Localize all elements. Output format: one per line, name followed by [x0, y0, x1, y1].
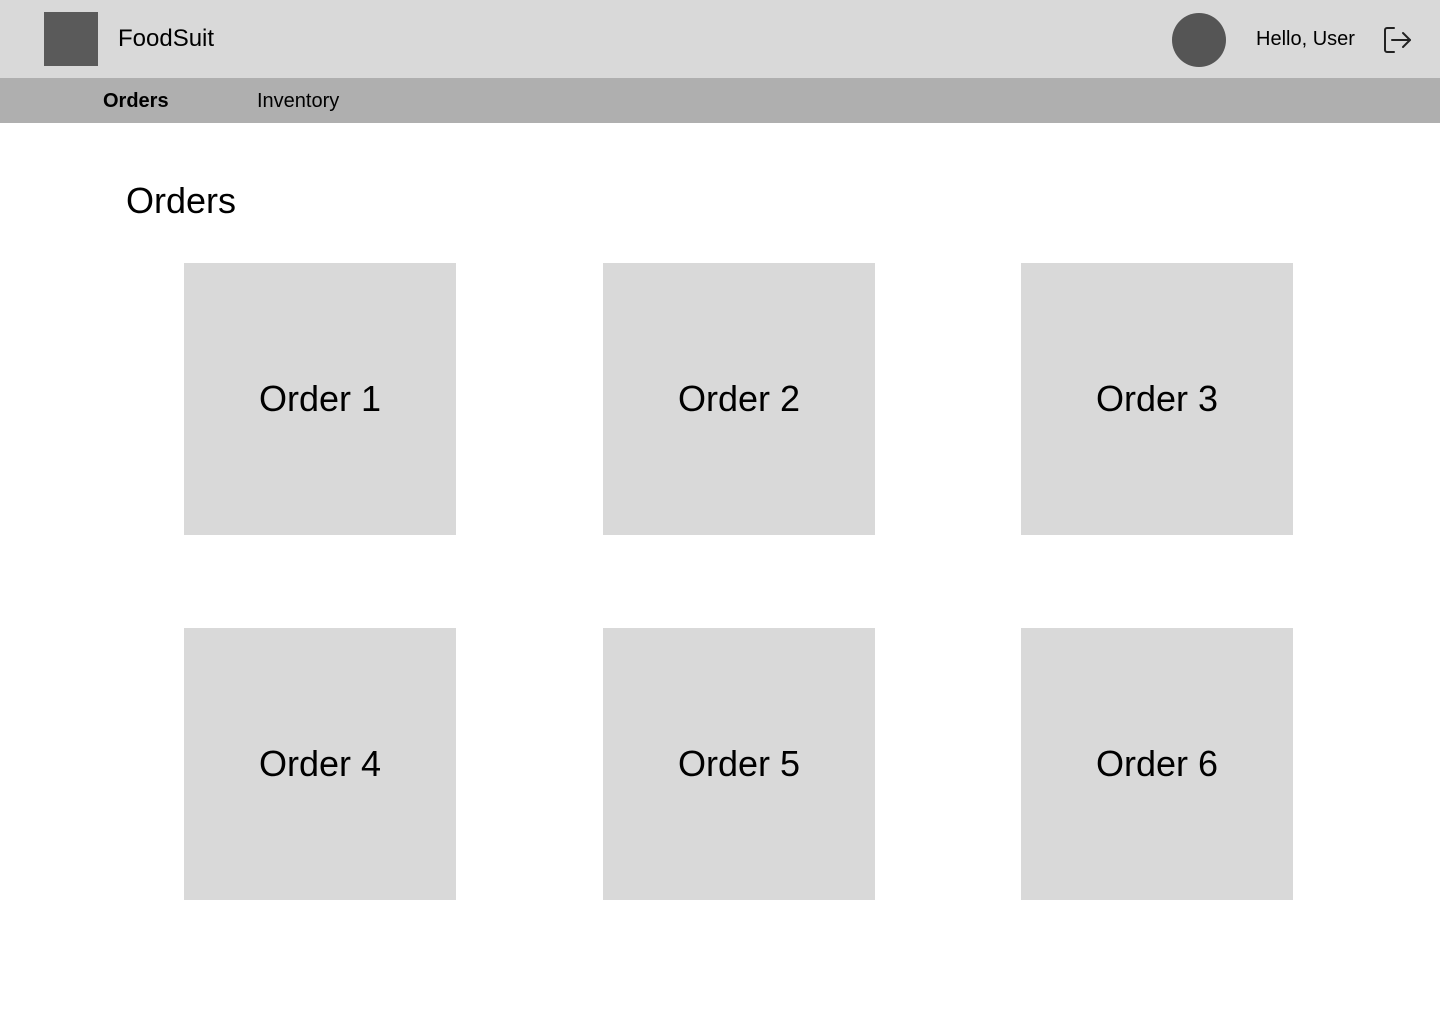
user-avatar[interactable]	[1172, 13, 1226, 67]
order-card-label: Order 6	[1095, 743, 1219, 784]
order-card-5[interactable]: Order 5	[603, 628, 875, 900]
order-card-2[interactable]: Order 2	[603, 263, 875, 535]
main-nav: Orders Inventory	[0, 78, 1440, 123]
order-card-label: Order 1	[258, 378, 382, 419]
tab-inventory[interactable]: Inventory	[257, 89, 339, 113]
order-card-6[interactable]: Order 6	[1021, 628, 1293, 900]
app-name: FoodSuit	[118, 25, 215, 52]
app-root: FoodSuit Hello, User Orders Inventory Or…	[0, 0, 1440, 1024]
logout-icon	[1384, 27, 1411, 53]
order-card-label: Order 3	[1095, 378, 1219, 419]
logout-button[interactable]	[1382, 25, 1414, 55]
order-card-label: Order 5	[677, 743, 801, 784]
order-card-label: Order 2	[677, 378, 801, 419]
order-card-label: Order 4	[258, 743, 382, 784]
app-logo[interactable]	[44, 12, 98, 66]
order-card-4[interactable]: Order 4	[184, 628, 456, 900]
order-card-1[interactable]: Order 1	[184, 263, 456, 535]
top-header: FoodSuit Hello, User	[0, 0, 1440, 78]
user-greeting: Hello, User	[1256, 28, 1355, 50]
order-card-3[interactable]: Order 3	[1021, 263, 1293, 535]
page-title: Orders	[126, 180, 237, 221]
tab-orders[interactable]: Orders	[103, 89, 169, 113]
